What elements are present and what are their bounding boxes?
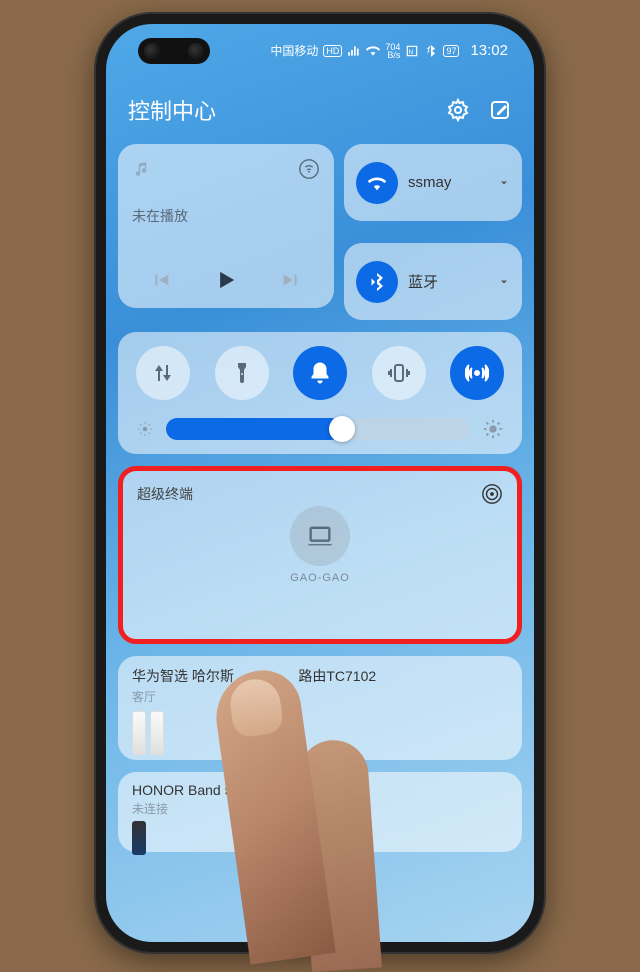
music-icon [132, 160, 150, 178]
bluetooth-status-icon [424, 44, 438, 58]
bluetooth-label: 蓝牙 [408, 271, 488, 292]
chevron-down-icon[interactable] [498, 276, 510, 288]
laptop-icon [290, 506, 350, 566]
ringer-toggle[interactable] [293, 346, 347, 400]
router-image [132, 711, 146, 755]
chevron-down-icon[interactable] [498, 177, 510, 189]
hd-badge: HD [323, 45, 342, 57]
net-speed: 704B/s [385, 43, 400, 59]
router-card[interactable]: 华为智选 哈尔斯 路由TC7102 客厅 [118, 656, 522, 760]
page-title: 控制中心 [128, 94, 216, 126]
router-image [150, 711, 164, 755]
router-room: 客厅 [132, 688, 508, 705]
wifi-icon-circle [356, 162, 398, 204]
device-name: GAO-GAO [290, 572, 350, 584]
svg-text:N: N [409, 48, 414, 55]
sun-low-icon [136, 420, 154, 438]
super-device-panel[interactable]: 超级终端 GAO-GAO [118, 466, 522, 644]
clock: 13:02 [470, 42, 508, 59]
play-icon[interactable] [212, 266, 240, 294]
media-status: 未在播放 [132, 206, 320, 226]
next-icon[interactable] [280, 269, 302, 291]
prev-icon[interactable] [150, 269, 172, 291]
screen: 中国移动 HD 704B/s N 97 13:02 控制中心 [106, 24, 534, 942]
sun-high-icon [482, 418, 504, 440]
gear-icon[interactable] [446, 98, 470, 122]
mobile-data-toggle[interactable] [136, 346, 190, 400]
router-title-b: 路由TC7102 [298, 668, 376, 684]
header: 控制中心 [118, 84, 522, 144]
brightness-slider[interactable] [136, 418, 504, 440]
wifi-icon [366, 44, 380, 58]
band-status: 未连接 [132, 800, 508, 817]
carrier-label: 中国移动 [270, 42, 318, 59]
camera-cutout [138, 38, 210, 64]
media-panel[interactable]: 未在播放 [118, 144, 334, 308]
battery-badge: 97 [443, 45, 459, 57]
nfc-icon: N [405, 44, 419, 58]
wifi-label: ssmay [408, 174, 488, 191]
vibrate-toggle[interactable] [372, 346, 426, 400]
status-bar: 中国移动 HD 704B/s N 97 13:02 [270, 42, 508, 59]
band-title: HONOR Band 5- [132, 782, 508, 798]
cast-icon[interactable] [298, 158, 320, 180]
toggles-panel [118, 332, 522, 454]
band-card[interactable]: HONOR Band 5- 未连接 [118, 772, 522, 852]
router-title-a: 华为智选 哈尔斯 [132, 668, 234, 684]
edit-icon[interactable] [488, 98, 512, 122]
flashlight-toggle[interactable] [215, 346, 269, 400]
super-device-title: 超级终端 [137, 484, 193, 504]
radar-icon[interactable] [481, 483, 503, 505]
super-device-item[interactable]: GAO-GAO [290, 506, 350, 584]
bluetooth-icon-circle [356, 261, 398, 303]
band-image [132, 821, 146, 855]
wifi-toggle[interactable]: ssmay [344, 144, 522, 221]
signal-icon [347, 44, 361, 58]
hotspot-toggle[interactable] [450, 346, 504, 400]
bluetooth-toggle[interactable]: 蓝牙 [344, 243, 522, 320]
phone-frame: 中国移动 HD 704B/s N 97 13:02 控制中心 [96, 14, 544, 952]
